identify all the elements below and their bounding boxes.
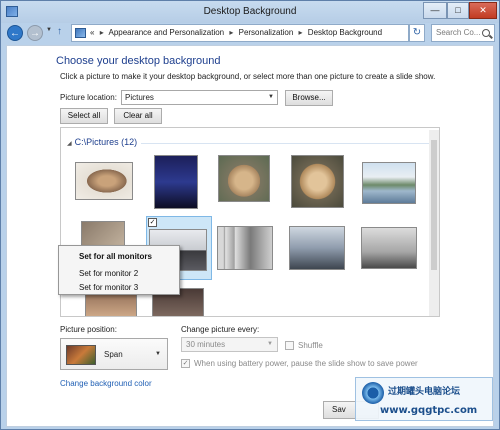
- span-preview-icon: [66, 345, 96, 365]
- thumbnail-puppy-2[interactable]: [218, 155, 270, 202]
- thumbnail-puppy-3[interactable]: [291, 155, 344, 208]
- gallery-scrollbar[interactable]: [429, 130, 439, 316]
- shuffle-checkbox[interactable]: [285, 341, 294, 350]
- address-bar[interactable]: « ▸ Appearance and Personalization ▸ Per…: [71, 24, 471, 42]
- search-input[interactable]: Search Co...: [431, 24, 495, 42]
- selected-checkbox[interactable]: ✓: [148, 218, 157, 227]
- picture-location-value: Pictures: [125, 93, 154, 102]
- instructions-text: Click a picture to make it your desktop …: [60, 72, 436, 81]
- forum-logo-icon: [362, 382, 384, 404]
- picture-position-select[interactable]: Span ▼: [60, 338, 168, 370]
- watermark-title: 过期罐头电脑论坛: [388, 386, 461, 396]
- browse-button[interactable]: Browse...: [285, 90, 333, 106]
- shuffle-label: Shuffle: [298, 341, 323, 350]
- interval-value: 30 minutes: [186, 340, 226, 349]
- chevron-down-icon: ▼: [267, 341, 273, 347]
- picture-position-value: Span: [104, 350, 123, 359]
- group-header[interactable]: ◢ C:\Pictures (12): [67, 137, 137, 147]
- close-button[interactable]: ✕: [469, 2, 497, 19]
- watermark-url: www.gqgtpc.com: [380, 405, 478, 416]
- breadcrumb: « ▸ Appearance and Personalization ▸ Per…: [90, 28, 383, 37]
- thumbnail-puppy-1[interactable]: [75, 162, 133, 200]
- breadcrumb-personalization[interactable]: Personalization: [239, 28, 294, 37]
- menu-item-set-all-monitors[interactable]: Set for all monitors: [79, 252, 152, 261]
- thumbnail-person-beach[interactable]: [289, 226, 345, 270]
- search-placeholder: Search Co...: [436, 28, 481, 37]
- picture-location-select[interactable]: Pictures ▼: [121, 90, 278, 105]
- watermark: 过期罐头电脑论坛 www.gqgtpc.com: [355, 377, 493, 421]
- menu-item-set-monitor-2[interactable]: Set for monitor 2: [79, 269, 138, 278]
- picture-position-label: Picture position:: [60, 325, 117, 334]
- up-arrow-icon[interactable]: ↑: [57, 26, 62, 37]
- back-button[interactable]: ←: [7, 25, 23, 41]
- clear-all-button[interactable]: Clear all: [114, 108, 162, 124]
- thumbnail-city-fog[interactable]: [361, 227, 417, 269]
- breadcrumb-desktop-background[interactable]: Desktop Background: [308, 28, 382, 37]
- navigation-bar: ← → ▼ ↑ « ▸ Appearance and Personalizati…: [1, 23, 499, 43]
- history-dropdown-icon[interactable]: ▼: [46, 27, 52, 33]
- battery-pause-checkbox[interactable]: ✓: [181, 359, 190, 368]
- group-header-label: C:\Pictures (12): [74, 137, 138, 147]
- breadcrumb-overflow[interactable]: «: [90, 28, 94, 37]
- chevron-down-icon: ▼: [155, 351, 161, 357]
- thumbnail-lake-landscape[interactable]: [362, 162, 416, 204]
- breadcrumb-appearance[interactable]: Appearance and Personalization: [108, 28, 224, 37]
- search-icon: [482, 29, 490, 37]
- page-title: Choose your desktop background: [56, 55, 221, 67]
- select-all-button[interactable]: Select all: [60, 108, 108, 124]
- battery-pause-label: When using battery power, pause the slid…: [194, 359, 418, 368]
- picture-location-label: Picture location:: [60, 93, 117, 102]
- change-picture-label: Change picture every:: [181, 325, 260, 334]
- control-panel-icon: [75, 28, 86, 38]
- context-menu: Set for all monitors Set for monitor 2 S…: [58, 245, 180, 295]
- scrollbar-thumb[interactable]: [431, 140, 437, 270]
- chevron-down-icon: ▼: [268, 94, 274, 100]
- window: Desktop Background — □ ✕ ← → ▼ ↑ « ▸ App…: [0, 0, 500, 430]
- forward-button[interactable]: →: [27, 25, 43, 41]
- thumbnail-fence-person[interactable]: [217, 226, 273, 270]
- minimize-button[interactable]: —: [423, 2, 447, 19]
- group-divider: [141, 143, 431, 144]
- collapse-triangle-icon[interactable]: ◢: [67, 141, 72, 147]
- interval-select[interactable]: 30 minutes ▼: [181, 337, 278, 352]
- menu-item-set-monitor-3[interactable]: Set for monitor 3: [79, 283, 138, 292]
- title-bar[interactable]: Desktop Background — □ ✕: [1, 1, 499, 23]
- change-background-color-link[interactable]: Change background color: [60, 379, 152, 388]
- maximize-button[interactable]: □: [447, 2, 469, 19]
- thumbnail-eiffel-tower[interactable]: [154, 155, 198, 209]
- refresh-button[interactable]: ↻: [409, 24, 425, 42]
